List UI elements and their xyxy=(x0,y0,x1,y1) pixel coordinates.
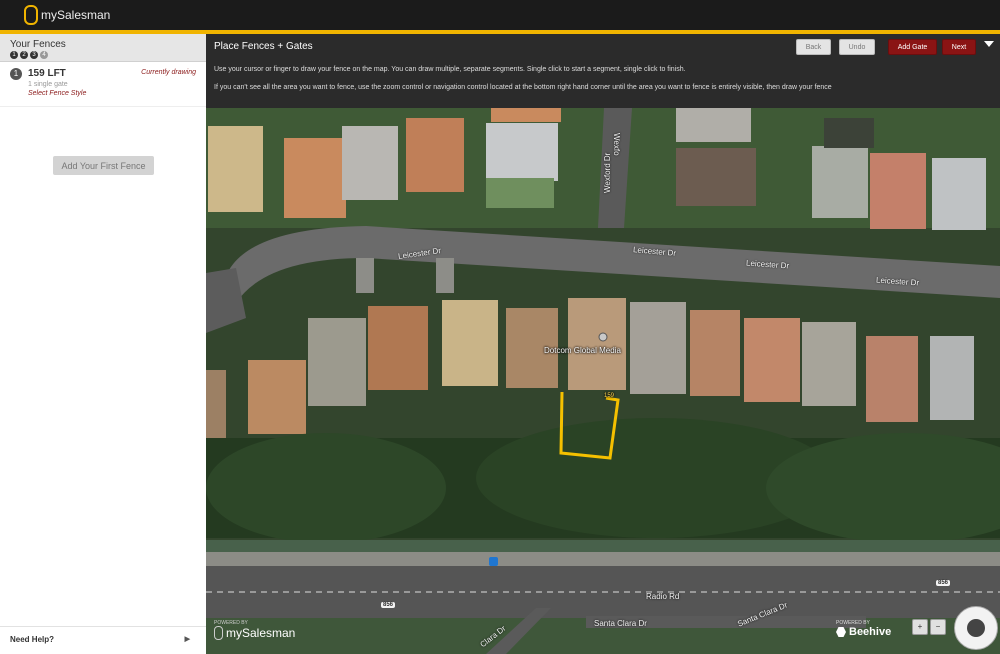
road-label-santa-clara-1: Santa Clara Dr xyxy=(594,619,647,628)
beehive-brand: Beehive xyxy=(836,626,891,638)
instruction-line-1: Use your cursor or finger to draw your f… xyxy=(214,66,686,73)
instruction-line-2: If you can't see all the area you want t… xyxy=(214,84,832,91)
step-indicators: 1 2 3 4 xyxy=(10,51,196,59)
step-3: 3 xyxy=(30,51,38,59)
top-bar: mySalesman xyxy=(0,0,1000,34)
pan-joystick-icon[interactable] xyxy=(967,619,985,637)
app-logo[interactable]: mySalesman xyxy=(24,5,110,25)
fence-status: Currently drawing xyxy=(141,69,196,76)
satellite-map[interactable]: Leicester Dr Leicester Dr Leicester Dr L… xyxy=(206,108,1000,654)
route-shield-2: 856 xyxy=(381,602,396,608)
powered-brand: mySalesman xyxy=(214,626,295,640)
road-label-radio: Radio Rd xyxy=(646,592,680,601)
zoom-out-icon[interactable]: − xyxy=(930,619,946,635)
mysalesman-logo-icon xyxy=(214,626,223,640)
fence-number: 1 xyxy=(10,68,22,80)
app-name: mySalesman xyxy=(41,8,111,22)
zoom-control: + − xyxy=(912,619,946,635)
road-label-wexford-2: Wexfo xyxy=(612,133,621,156)
beehive-brand-name: Beehive xyxy=(849,626,892,638)
select-fence-style-link[interactable]: Select Fence Style xyxy=(28,90,196,97)
add-gate-button[interactable]: Add Gate xyxy=(888,39,937,55)
add-first-fence-button[interactable]: Add Your First Fence xyxy=(53,156,154,175)
zoom-in-icon[interactable]: + xyxy=(912,619,928,635)
fence-item[interactable]: 1 159 LFT 1 single gate Select Fence Sty… xyxy=(0,62,206,107)
sidebar-title: Your Fences xyxy=(10,39,66,50)
powered-by-mysalesman: POWERED BY mySalesman xyxy=(214,620,295,640)
back-button[interactable]: Back xyxy=(796,39,831,55)
need-help[interactable]: Need Help? ▶ xyxy=(0,626,206,654)
map-marker-label: Dotcom Global Media xyxy=(544,346,621,355)
route-shield-1: 856 xyxy=(936,580,951,586)
step-4: 4 xyxy=(40,51,48,59)
panel-title: Place Fences + Gates xyxy=(214,41,313,52)
undo-button[interactable]: Undo xyxy=(839,39,875,55)
fence-length-label: 159 xyxy=(604,393,615,399)
next-button[interactable]: Next xyxy=(942,39,976,55)
sidebar: Your Fences 1 2 3 4 1 159 LFT 1 single g… xyxy=(0,34,207,654)
navigation-control[interactable] xyxy=(954,606,998,650)
instruction-panel: Place Fences + Gates Use your cursor or … xyxy=(206,34,1000,108)
step-2: 2 xyxy=(20,51,28,59)
powered-by-beehive: POWERED BY Beehive xyxy=(836,620,891,638)
need-help-label: Need Help? xyxy=(10,635,55,644)
beehive-logo-icon xyxy=(836,627,846,637)
step-1: 1 xyxy=(10,51,18,59)
chevron-right-icon: ▶ xyxy=(184,636,190,643)
fence-gates: 1 single gate xyxy=(28,81,68,88)
logo-icon xyxy=(24,5,38,25)
road-label-wexford-1: Wexford Dr xyxy=(603,152,612,193)
powered-brand-name: mySalesman xyxy=(226,626,296,640)
sidebar-header: Your Fences 1 2 3 4 xyxy=(0,34,206,62)
caret-down-icon[interactable] xyxy=(984,41,994,47)
